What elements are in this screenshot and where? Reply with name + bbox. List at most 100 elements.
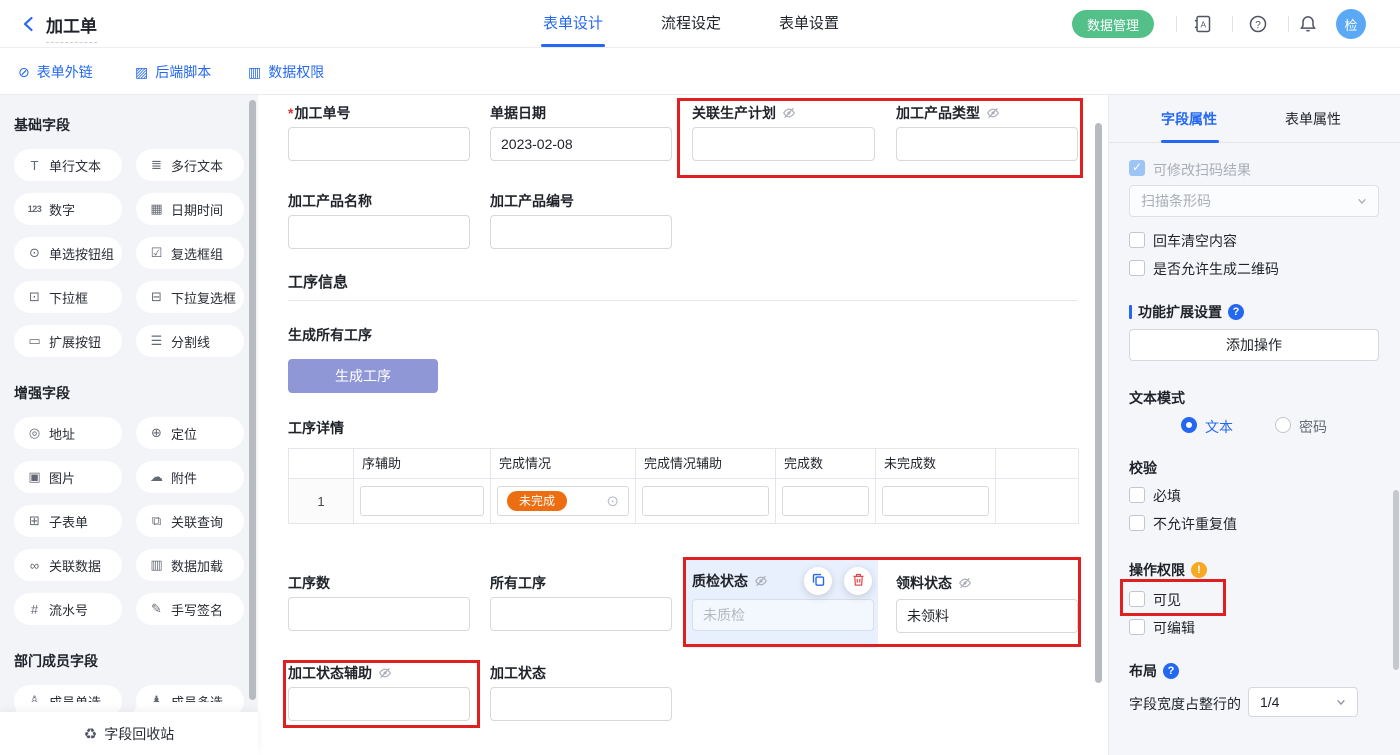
form-title[interactable]: 加工单 bbox=[46, 12, 97, 43]
linked-plan-input[interactable] bbox=[692, 127, 875, 161]
address-icon: ◎ bbox=[27, 425, 42, 441]
tab-form-setting[interactable]: 表单设置 bbox=[779, 0, 839, 47]
field-label-doc-date: 单据日期 bbox=[490, 103, 546, 123]
data-manage-button[interactable]: 数据管理 bbox=[1072, 10, 1154, 38]
process-status-input[interactable] bbox=[490, 687, 672, 721]
field-width-select[interactable]: 1/4 bbox=[1248, 687, 1358, 717]
scan-mode-select[interactable]: 扫描条形码 bbox=[1129, 185, 1379, 217]
data-permission-button[interactable]: ▥ 数据权限 bbox=[248, 62, 324, 82]
notification-bell-icon[interactable] bbox=[1296, 12, 1320, 36]
field-subform[interactable]: ⊞子表单 bbox=[14, 505, 122, 537]
order-no-input[interactable] bbox=[288, 127, 470, 161]
section-title-member-fields: 部门成员字段 bbox=[14, 651, 244, 671]
field-data-load[interactable]: ▥数据加载 bbox=[136, 549, 244, 581]
help-question-icon[interactable]: ? bbox=[1228, 304, 1244, 320]
external-link-button[interactable]: ⊘ 表单外链 bbox=[18, 62, 93, 82]
editable-checkbox[interactable] bbox=[1129, 619, 1145, 635]
copy-field-button[interactable] bbox=[804, 567, 832, 595]
field-label-qc-status: 质检状态 bbox=[692, 571, 768, 591]
qc-status-input[interactable] bbox=[692, 599, 874, 631]
multi-text-icon: ≣ bbox=[149, 157, 164, 173]
tab-flow-setting[interactable]: 流程设定 bbox=[661, 0, 721, 47]
table-cell: 未完成 ⊙ bbox=[491, 479, 636, 524]
backend-script-button[interactable]: ▨ 后端脚本 bbox=[135, 62, 211, 82]
field-multi-text[interactable]: ≣多行文本 bbox=[136, 149, 244, 181]
field-dropdown[interactable]: ⊡下拉框 bbox=[14, 281, 122, 313]
allow-qrcode-checkbox[interactable] bbox=[1129, 260, 1145, 276]
password-mode-radio-label[interactable]: 密码 bbox=[1299, 417, 1327, 437]
field-width-label: 字段宽度占整行的 bbox=[1129, 694, 1241, 714]
canvas-scrollbar[interactable] bbox=[1095, 123, 1102, 683]
field-label-status-aux: 加工状态辅助 bbox=[288, 663, 392, 683]
field-serial-number[interactable]: #流水号 bbox=[14, 593, 122, 625]
process-aux-input[interactable] bbox=[360, 486, 484, 516]
process-detail-table: 序辅助 完成情况 完成情况辅助 完成数 未完成数 1 未完成 ⊙ bbox=[288, 448, 1078, 524]
multi-dropdown-icon: ⊟ bbox=[149, 289, 164, 305]
field-multi-dropdown[interactable]: ⊟下拉复选框 bbox=[136, 281, 244, 313]
required-checkbox[interactable] bbox=[1129, 487, 1145, 503]
attachment-icon: ☁ bbox=[149, 469, 164, 485]
field-signature[interactable]: ✎手写签名 bbox=[136, 593, 244, 625]
table-header-cell bbox=[289, 449, 354, 479]
field-location[interactable]: ⊕定位 bbox=[136, 417, 244, 449]
tab-form-design[interactable]: 表单设计 bbox=[543, 0, 603, 47]
field-linked-data[interactable]: ∞关联数据 bbox=[14, 549, 122, 581]
sidebar-scrollbar[interactable] bbox=[249, 100, 256, 700]
field-divider[interactable]: ☰分割线 bbox=[136, 325, 244, 357]
back-icon[interactable] bbox=[20, 15, 38, 33]
status-aux-input[interactable] bbox=[288, 687, 470, 721]
completion-aux-input[interactable] bbox=[642, 486, 769, 516]
field-address[interactable]: ◎地址 bbox=[14, 417, 122, 449]
visible-checkbox[interactable] bbox=[1129, 591, 1145, 607]
password-mode-radio[interactable] bbox=[1275, 417, 1291, 433]
clear-on-enter-checkbox[interactable] bbox=[1129, 232, 1145, 248]
product-no-input[interactable] bbox=[490, 215, 672, 249]
field-number[interactable]: 123数字 bbox=[14, 193, 122, 225]
text-mode-radio-label[interactable]: 文本 bbox=[1205, 417, 1233, 437]
clear-on-enter-label: 回车清空内容 bbox=[1153, 231, 1237, 251]
field-label-order-no: *加工单号 bbox=[288, 103, 350, 123]
editable-scan-result-checkbox[interactable] bbox=[1129, 160, 1145, 176]
field-attachment[interactable]: ☁附件 bbox=[136, 461, 244, 493]
app-header: 加工单 表单设计 流程设定 表单设置 数据管理 A ? 检 bbox=[0, 0, 1400, 48]
field-image[interactable]: ▣图片 bbox=[14, 461, 122, 493]
linked-query-icon: ⧉ bbox=[149, 513, 164, 529]
table-cell bbox=[996, 479, 1079, 524]
doc-date-input[interactable] bbox=[490, 127, 672, 161]
section-divider bbox=[288, 300, 1078, 301]
field-radio-group[interactable]: ⊙单选按钮组 bbox=[14, 237, 122, 269]
uncompleted-count-input[interactable] bbox=[882, 486, 989, 516]
material-status-input[interactable] bbox=[896, 599, 1078, 633]
all-process-input[interactable] bbox=[490, 597, 672, 631]
product-type-input[interactable] bbox=[896, 127, 1078, 161]
process-count-input[interactable] bbox=[288, 597, 470, 631]
visible-label: 可见 bbox=[1153, 590, 1181, 610]
field-recycle-bin[interactable]: ♻ 字段回收站 bbox=[0, 712, 258, 755]
eye-off-icon bbox=[378, 666, 392, 680]
text-mode-radio[interactable] bbox=[1181, 417, 1197, 433]
no-duplicate-checkbox[interactable] bbox=[1129, 515, 1145, 531]
property-panel-tabs: 字段属性 表单属性 bbox=[1109, 95, 1400, 143]
completed-count-input[interactable] bbox=[782, 486, 869, 516]
form-canvas: *加工单号 单据日期 7 关联生产计划 加工产品类型 加工产品名称 加工产品编号 bbox=[258, 95, 1108, 755]
product-name-input[interactable] bbox=[288, 215, 470, 249]
field-checkbox-group[interactable]: ☑复选框组 bbox=[136, 237, 244, 269]
add-action-button[interactable]: 添加操作 bbox=[1129, 329, 1379, 361]
contact-book-icon[interactable]: A bbox=[1190, 12, 1214, 36]
user-avatar[interactable]: 检 bbox=[1336, 9, 1366, 39]
delete-field-button[interactable] bbox=[844, 567, 872, 595]
field-datetime[interactable]: ▦日期时间 bbox=[136, 193, 244, 225]
ext-settings-title: 功能扩展设置 ? bbox=[1129, 302, 1244, 322]
field-extend-button[interactable]: ▭扩展按钮 bbox=[14, 325, 122, 357]
required-star: * bbox=[288, 105, 293, 121]
help-icon[interactable]: ? bbox=[1246, 12, 1270, 36]
field-single-text[interactable]: T单行文本 bbox=[14, 149, 122, 181]
panel-scrollbar[interactable] bbox=[1393, 490, 1399, 670]
generate-process-button[interactable]: 生成工序 bbox=[288, 359, 438, 393]
tab-form-properties[interactable]: 表单属性 bbox=[1285, 109, 1341, 129]
tab-field-properties[interactable]: 字段属性 bbox=[1161, 109, 1217, 129]
completion-status-select[interactable]: 未完成 ⊙ bbox=[497, 486, 629, 516]
help-question-icon[interactable]: ? bbox=[1163, 663, 1179, 679]
datetime-icon: ▦ bbox=[149, 201, 164, 217]
field-linked-query[interactable]: ⧉关联查询 bbox=[136, 505, 244, 537]
